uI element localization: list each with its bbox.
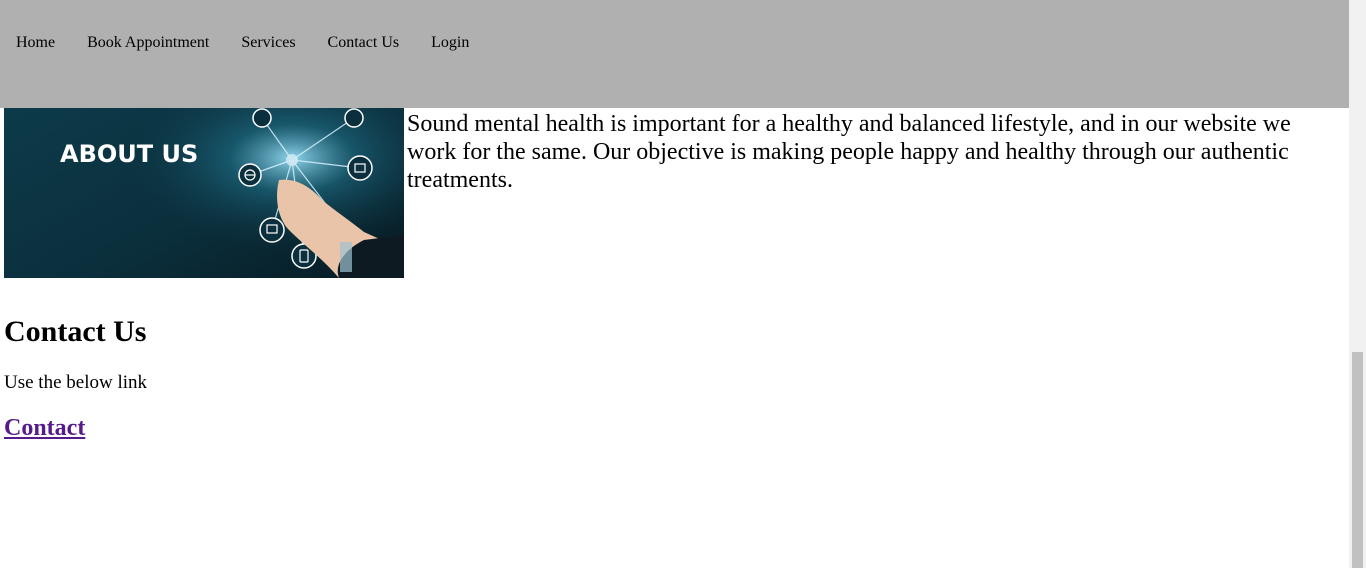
nav-link-book-appointment[interactable]: Book Appointment bbox=[87, 34, 209, 51]
about-paragraph: Sound mental health is important for a h… bbox=[407, 111, 1291, 193]
about-us-image-text: ABOUT US bbox=[60, 140, 198, 168]
nav-item-login: Login bbox=[431, 33, 469, 53]
contact-heading: Contact Us bbox=[4, 315, 147, 348]
scrollbar-thumb[interactable] bbox=[1352, 352, 1363, 568]
page: ABOUT US Sound mental health is importan… bbox=[0, 0, 1349, 568]
nav-list: Home Book Appointment Services Contact U… bbox=[16, 33, 469, 53]
nav-item-home: Home bbox=[16, 33, 55, 53]
nav-item-contact-us: Contact Us bbox=[328, 33, 400, 53]
nav-item-book-appointment: Book Appointment bbox=[87, 33, 209, 53]
nav-link-services[interactable]: Services bbox=[241, 34, 295, 51]
nav-link-login[interactable]: Login bbox=[431, 34, 469, 51]
contact-link[interactable]: Contact bbox=[4, 415, 85, 441]
nav-link-contact-us[interactable]: Contact Us bbox=[328, 34, 400, 51]
top-navbar: Home Book Appointment Services Contact U… bbox=[0, 0, 1349, 108]
nav-item-services: Services bbox=[241, 33, 295, 53]
contact-description: Use the below link bbox=[4, 372, 148, 393]
vertical-scrollbar[interactable] bbox=[1349, 0, 1366, 568]
contact-link-heading: Contact bbox=[4, 414, 85, 442]
nav-link-home[interactable]: Home bbox=[16, 34, 55, 51]
